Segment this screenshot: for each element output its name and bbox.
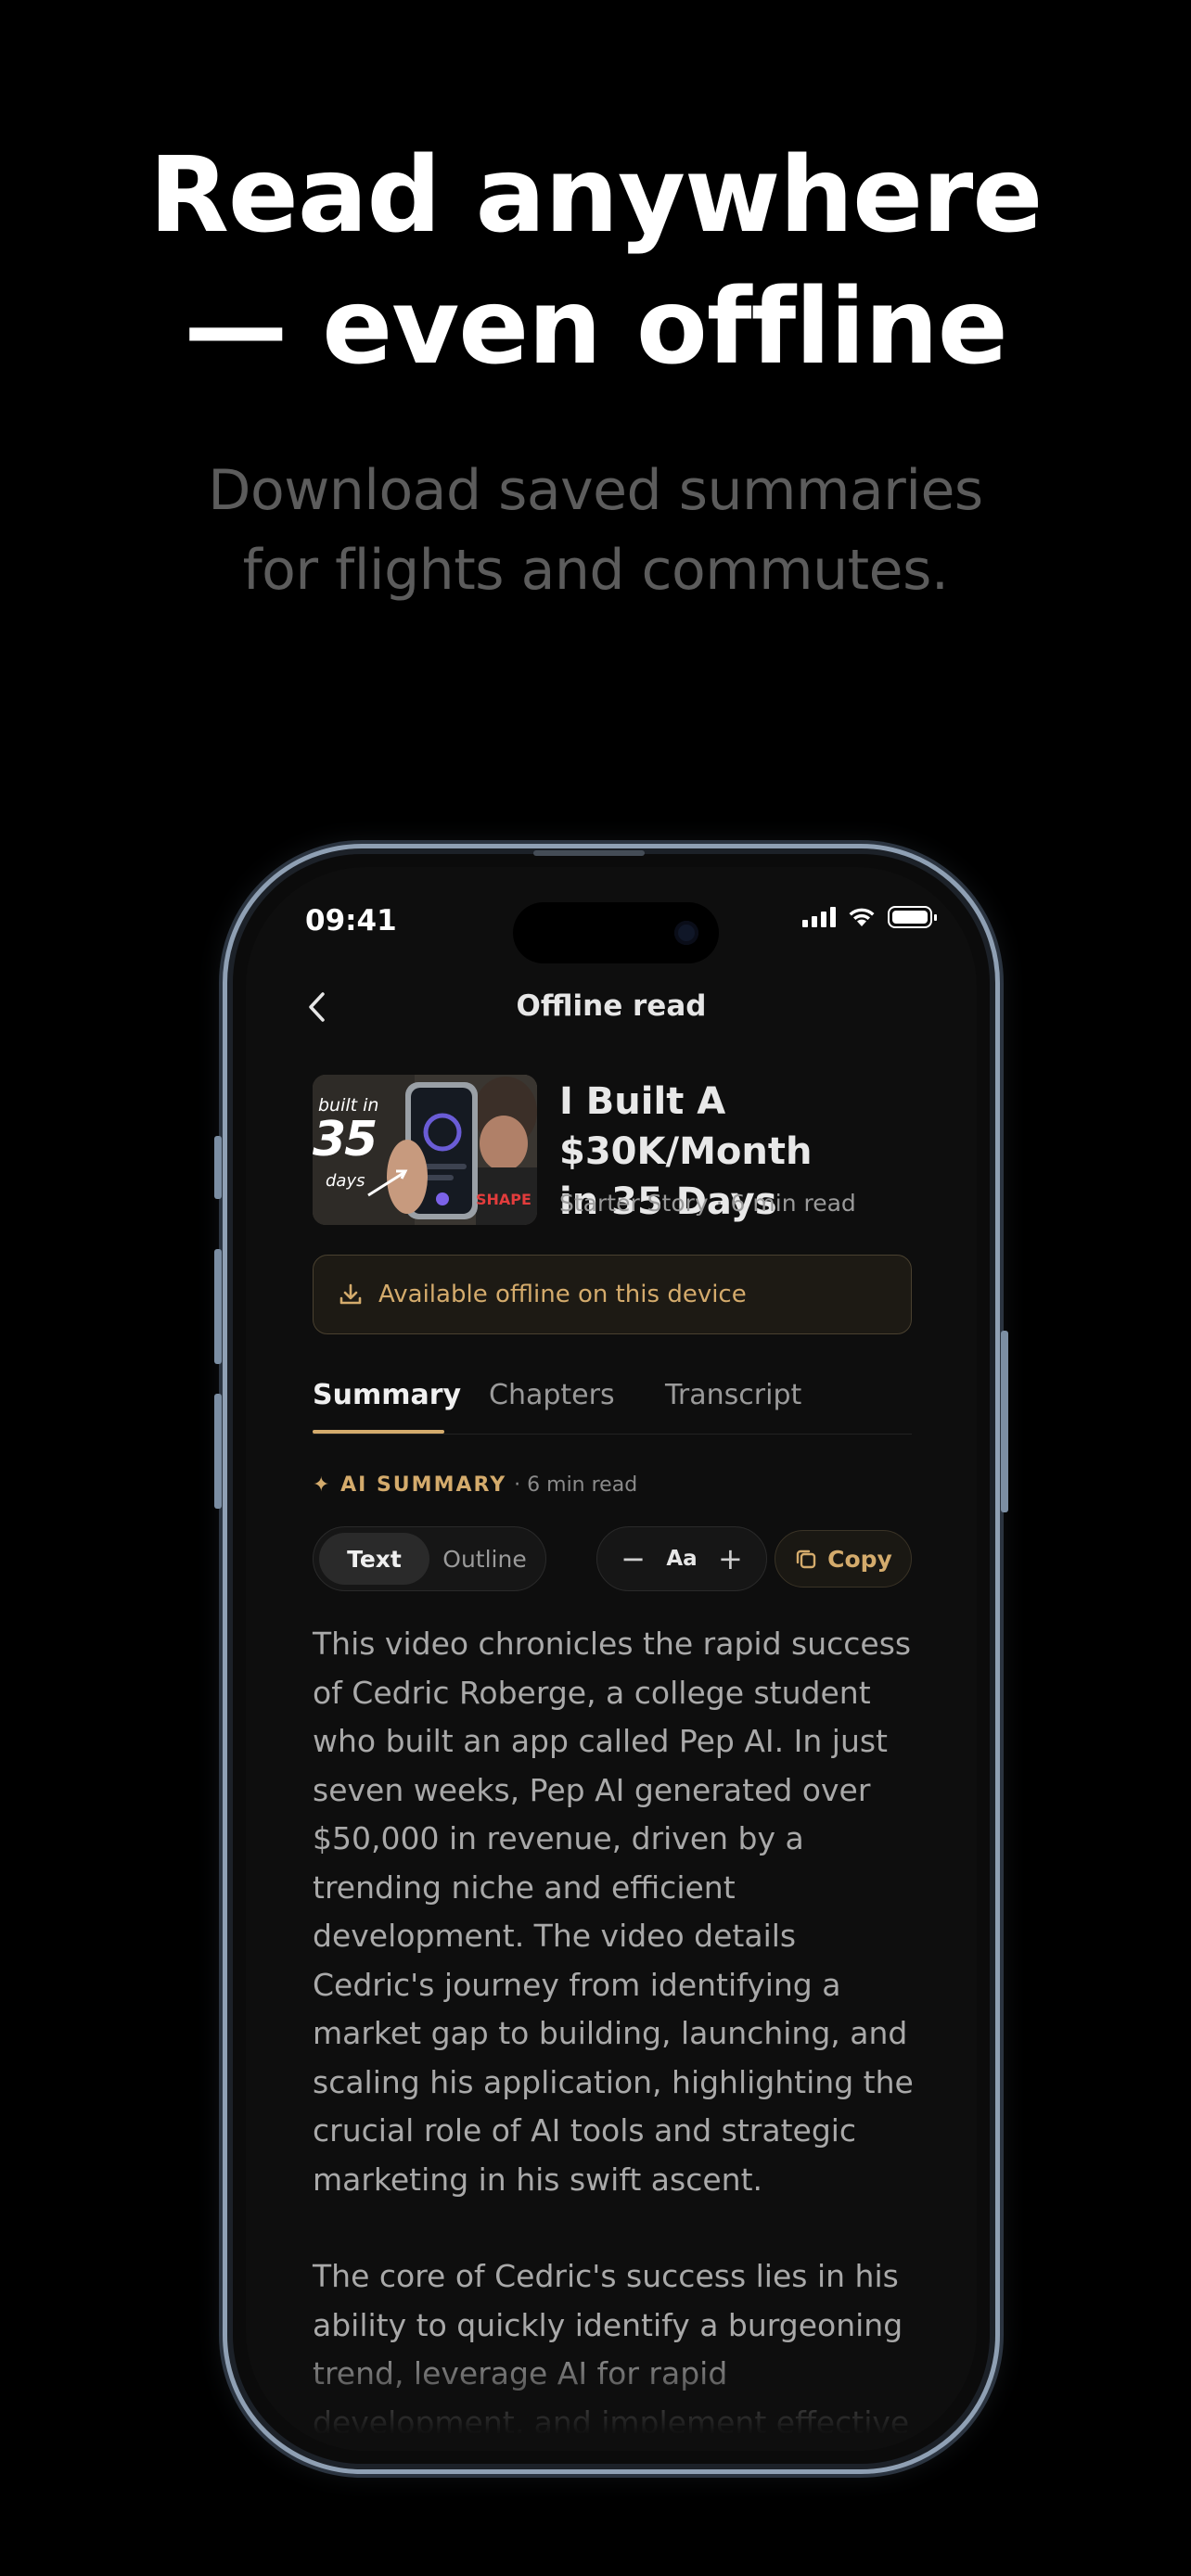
summary-text: This video chronicles the rapid success …: [313, 1620, 921, 2451]
view-mode-text[interactable]: Text: [319, 1533, 429, 1585]
hero-subheadline: Download saved summaries for flights and…: [0, 451, 1191, 610]
video-meta: Starter Story · 6 min read: [559, 1190, 856, 1217]
copy-icon: [796, 1549, 816, 1569]
headline-line-2: — even offline: [184, 267, 1008, 388]
dynamic-island: [513, 902, 719, 963]
svg-text:SHAPE: SHAPE: [476, 1191, 531, 1208]
signal-icon: [802, 907, 836, 927]
tab-summary[interactable]: Summary: [313, 1379, 461, 1411]
tab-transcript[interactable]: Transcript: [665, 1379, 801, 1411]
copy-label: Copy: [827, 1545, 892, 1573]
font-decrease-button[interactable]: −: [621, 1541, 646, 1576]
summary-paragraph: This video chronicles the rapid success …: [313, 1626, 914, 2198]
power-button: [1001, 1331, 1008, 1512]
font-size-control: − Aa +: [596, 1526, 767, 1591]
download-icon: [339, 1283, 362, 1305]
font-size-label: Aa: [666, 1547, 698, 1571]
video-thumbnail[interactable]: SHAPE built in 35 days: [313, 1075, 537, 1225]
wifi-icon: [849, 908, 875, 926]
offline-banner-text: Available offline on this device: [378, 1281, 747, 1308]
action-button: [214, 1136, 222, 1199]
bottom-fade: [246, 2340, 977, 2451]
status-icons: [802, 906, 937, 928]
tab-bar: Summary Chapters Transcript: [313, 1368, 912, 1435]
tab-active-indicator: [313, 1430, 444, 1434]
phone-screen: 09:41 Offline read SHAPE built in 35 day…: [246, 867, 977, 2451]
copy-button[interactable]: Copy: [775, 1530, 912, 1588]
earpiece: [533, 850, 645, 856]
headline-line-1: Read anywhere: [148, 135, 1044, 256]
battery-icon: [888, 906, 937, 928]
phone-frame: 09:41 Offline read SHAPE built in 35 day…: [214, 844, 1008, 2474]
ai-summary-badge: ✦ AI SUMMARY: [313, 1473, 507, 1497]
tab-chapters[interactable]: Chapters: [489, 1379, 615, 1411]
volume-up-button: [214, 1249, 222, 1364]
reader-controls: Text Outline − Aa + Copy: [313, 1526, 912, 1591]
volume-down-button: [214, 1394, 222, 1509]
video-header: SHAPE built in 35 days I Built A $30K/Mo…: [313, 1075, 912, 1227]
ai-summary-meta: · 6 min read: [514, 1473, 638, 1497]
offline-banner: Available offline on this device: [313, 1255, 912, 1334]
thumbnail-caption-number: 35: [313, 1112, 378, 1167]
view-mode-toggle: Text Outline: [313, 1526, 546, 1591]
video-title-line-1: I Built A $30K/Month: [559, 1080, 813, 1173]
font-increase-button[interactable]: +: [718, 1541, 743, 1576]
status-time: 09:41: [305, 904, 397, 937]
page-title: Offline read: [516, 989, 707, 1023]
view-mode-outline[interactable]: Outline: [429, 1533, 540, 1585]
nav-bar: Offline read: [246, 976, 977, 1041]
ai-summary-label: ✦ AI SUMMARY · 6 min read: [313, 1473, 637, 1497]
subheadline-line-2: for flights and commutes.: [242, 538, 949, 603]
hero-headline: Read anywhere — even offline: [0, 130, 1191, 393]
camera-icon: [674, 921, 698, 945]
subheadline-line-1: Download saved summaries: [208, 458, 983, 523]
thumbnail-caption-bottom: days: [326, 1171, 365, 1191]
